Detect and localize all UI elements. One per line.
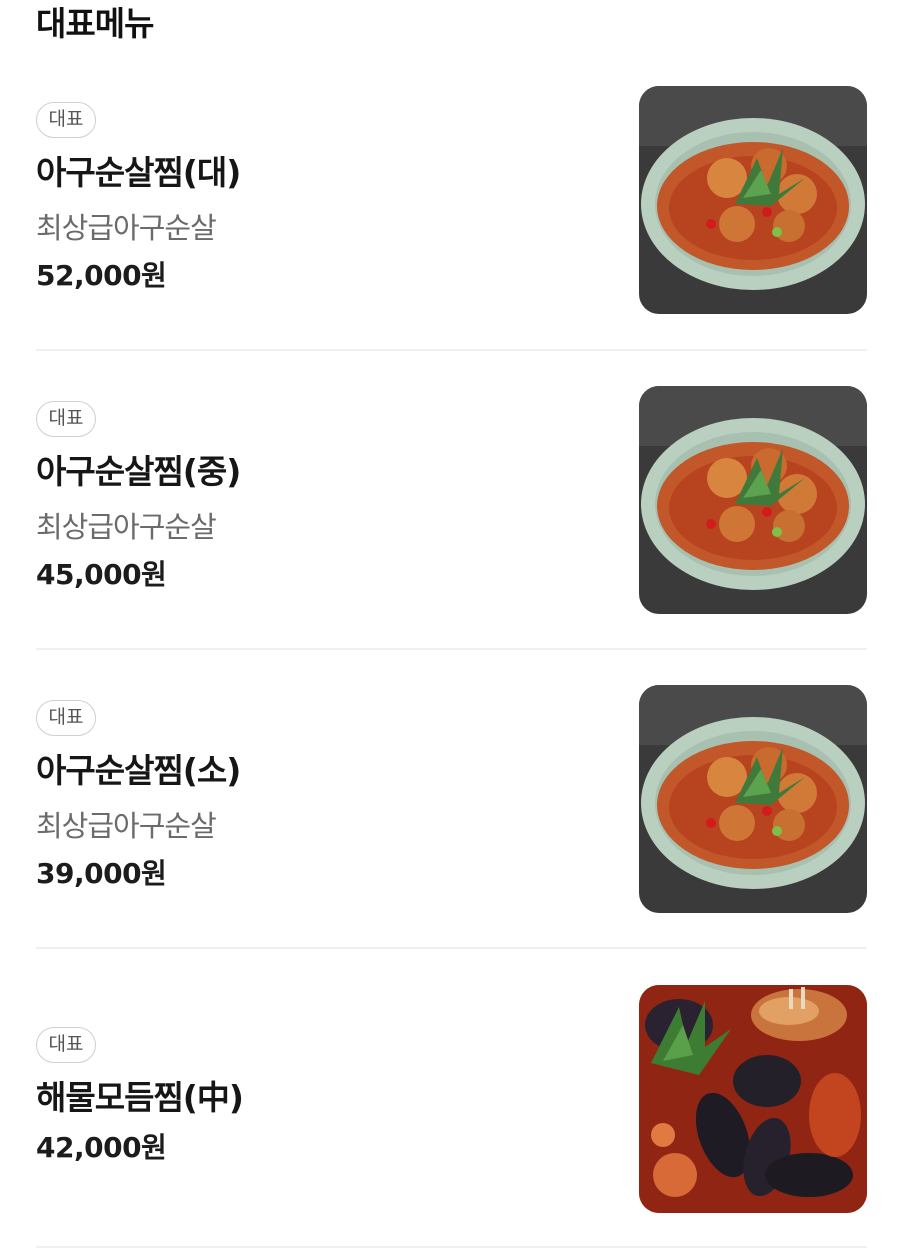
menu-item-price: 52,000원: [36, 259, 167, 292]
menu-item-name: 아구순살찜(중): [36, 452, 241, 491]
menu-item-price: 42,000원: [36, 1131, 167, 1164]
braised-seafood-icon: [639, 985, 867, 1213]
signature-badge: 대표: [36, 102, 96, 138]
signature-badge: 대표: [36, 401, 96, 437]
menu-item-price: 39,000원: [36, 857, 167, 890]
menu-item-description: 최상급아구순살: [36, 510, 217, 544]
divider: [36, 947, 867, 949]
menu-item-description: 최상급아구순살: [36, 809, 217, 843]
menu-item-description: 최상급아구순살: [36, 211, 217, 245]
braised-monkfish-plate-icon: [639, 386, 867, 614]
section-title: 대표메뉴: [36, 4, 154, 43]
menu-item-price: 45,000원: [36, 558, 167, 591]
divider: [36, 648, 867, 650]
menu-item-name: 아구순살찜(대): [36, 153, 241, 192]
braised-monkfish-plate-icon: [639, 86, 867, 314]
menu-item-name: 해물모듬찜(中): [36, 1078, 244, 1117]
signature-badge: 대표: [36, 1027, 96, 1063]
menu-item-image[interactable]: [639, 86, 867, 314]
menu-item-image[interactable]: [639, 985, 867, 1213]
braised-monkfish-plate-icon: [639, 685, 867, 913]
menu-item-image[interactable]: [639, 685, 867, 913]
menu-item-image[interactable]: [639, 386, 867, 614]
signature-badge: 대표: [36, 700, 96, 736]
menu-item-name: 아구순살찜(소): [36, 751, 241, 790]
divider: [36, 349, 867, 351]
